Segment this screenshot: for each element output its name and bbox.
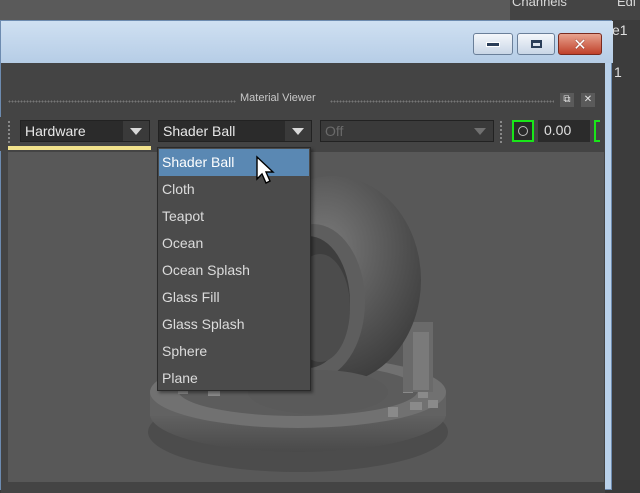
menu-item[interactable]: Plane xyxy=(159,365,309,392)
panel-header: Material Viewer ⧉ ✕ xyxy=(0,92,604,108)
maximize-icon xyxy=(530,40,542,48)
panel-grip[interactable] xyxy=(330,100,554,103)
menu-item[interactable]: Glass Fill xyxy=(159,284,309,311)
float-panel-icon[interactable]: ⧉ xyxy=(560,93,574,107)
menu-item[interactable]: Teapot xyxy=(159,203,309,230)
chevron-down-icon xyxy=(285,121,311,141)
panel-grip[interactable] xyxy=(8,100,236,103)
menu-item[interactable]: Shader Ball xyxy=(159,149,309,176)
menu-item[interactable]: Sphere xyxy=(159,338,309,365)
menu-item[interactable]: Cloth xyxy=(159,176,309,203)
menu-item[interactable]: Ocean Splash xyxy=(159,257,309,284)
geometry-value: Shader Ball xyxy=(163,123,236,139)
maximize-button[interactable] xyxy=(517,33,555,55)
toolbar-divider xyxy=(500,121,502,145)
minimize-button[interactable] xyxy=(473,33,513,55)
gamma-button[interactable] xyxy=(594,120,600,142)
environment-value: Off xyxy=(325,123,344,139)
background-side-text: e1 xyxy=(612,22,628,38)
close-icon: ✕ xyxy=(573,34,587,54)
close-button[interactable]: ✕ xyxy=(558,33,602,55)
environment-dropdown[interactable]: Off xyxy=(320,120,494,142)
window-titlebar[interactable]: ✕ xyxy=(1,21,613,63)
menu-item[interactable]: Ocean xyxy=(159,230,309,257)
chevron-down-icon xyxy=(467,121,493,141)
close-panel-icon[interactable]: ✕ xyxy=(581,93,595,107)
toolbar-divider xyxy=(8,121,10,145)
minimize-icon xyxy=(486,41,500,47)
menu-item[interactable]: Glass Splash xyxy=(159,311,309,338)
geometry-dropdown[interactable]: Shader Ball xyxy=(158,120,312,142)
geometry-menu: Shader Ball Cloth Teapot Ocean Ocean Splash G… xyxy=(157,147,311,391)
background-side-text: 1 xyxy=(614,64,622,80)
edit-tab[interactable]: Edi xyxy=(617,0,636,12)
mouse-cursor-icon xyxy=(256,155,275,184)
chevron-down-icon xyxy=(123,121,149,141)
renderer-value: Hardware xyxy=(25,123,86,139)
channels-tab[interactable]: Channels xyxy=(512,0,567,12)
renderer-dropdown[interactable]: Hardware xyxy=(20,120,150,142)
exposure-reset-button[interactable] xyxy=(512,120,534,142)
panel-title: Material Viewer xyxy=(240,92,316,104)
exposure-value-field[interactable]: 0.00 xyxy=(538,120,590,142)
active-renderer-underline xyxy=(8,146,151,150)
